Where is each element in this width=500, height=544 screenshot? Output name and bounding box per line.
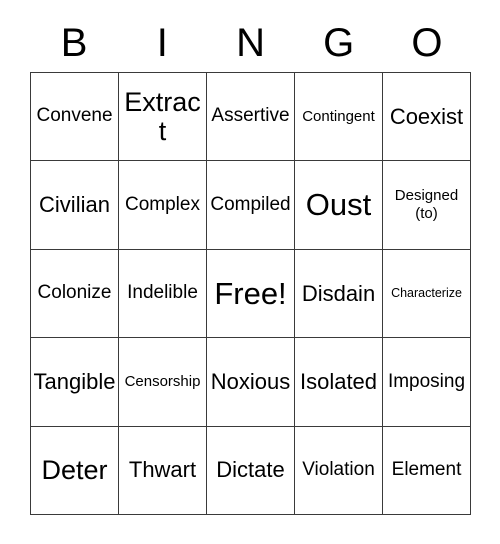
bingo-card: B I N G O Convene Extract Assertive Cont…	[0, 0, 500, 544]
bingo-cell-label: Isolated	[299, 369, 378, 395]
bingo-cell[interactable]: Dictate	[207, 426, 295, 516]
bingo-cell[interactable]: Isolated	[295, 338, 383, 427]
bingo-cell[interactable]: Contingent	[295, 73, 383, 162]
bingo-cell-label: Censorship	[124, 372, 201, 390]
bingo-cell-label: Imposing	[387, 370, 466, 392]
bingo-cell-free-space[interactable]: Free!	[207, 249, 295, 339]
bingo-cell[interactable]: Censorship	[119, 338, 207, 427]
bingo-cell[interactable]: Violation	[295, 426, 383, 516]
bingo-cell[interactable]: Compiled	[207, 161, 295, 250]
bingo-row: Civilian Complex Compiled Oust Designed …	[31, 161, 471, 250]
bingo-cell[interactable]: Imposing	[383, 338, 471, 427]
bingo-cell[interactable]: Coexist	[383, 73, 471, 162]
bingo-cell-label: Deter	[41, 454, 108, 485]
bingo-cell[interactable]: Deter	[31, 426, 119, 516]
bingo-cell[interactable]: Assertive	[207, 73, 295, 162]
bingo-cell[interactable]: Tangible	[31, 338, 119, 427]
bingo-cell-label: Compiled	[210, 193, 291, 215]
bingo-cell[interactable]: Convene	[31, 73, 119, 162]
bingo-cell-label: Oust	[305, 187, 372, 223]
bingo-cell-label: Designed (to)	[394, 187, 459, 223]
bingo-row: Colonize Indelible Free! Disdain Charact…	[31, 249, 471, 339]
bingo-cell-label: Complex	[125, 193, 200, 215]
bingo-header-letter-g: G	[323, 21, 355, 65]
bingo-cell[interactable]: Indelible	[119, 249, 207, 339]
bingo-cell-label: Free!	[214, 275, 287, 311]
bingo-cell-label: Noxious	[210, 369, 291, 395]
bingo-header-letter-b: B	[60, 21, 88, 65]
bingo-cell-label: Colonize	[37, 282, 112, 304]
bingo-header-letter-i: I	[156, 21, 168, 65]
bingo-cell-label: Contingent	[302, 107, 375, 125]
bingo-cell-label: Tangible	[33, 369, 116, 395]
bingo-row: Convene Extract Assertive Contingent Coe…	[31, 73, 471, 162]
bingo-cell[interactable]: Civilian	[31, 161, 119, 250]
bingo-row: Deter Thwart Dictate Violation Element	[31, 426, 471, 516]
bingo-cell-label: Coexist	[389, 103, 464, 129]
bingo-cell-label: Indelible	[127, 282, 198, 304]
bingo-cell-label: Convene	[36, 105, 113, 127]
bingo-cell[interactable]: Characterize	[383, 249, 471, 339]
bingo-cell[interactable]: Designed (to)	[383, 161, 471, 250]
bingo-cell-label: Violation	[302, 459, 375, 481]
bingo-cell-label: Disdain	[301, 280, 376, 306]
bingo-cell[interactable]: Disdain	[295, 249, 383, 339]
bingo-cell[interactable]: Extract	[119, 73, 207, 162]
bingo-cell[interactable]: Element	[383, 426, 471, 516]
bingo-cell-label: Characterize	[391, 285, 462, 300]
bingo-cell[interactable]: Oust	[295, 161, 383, 250]
bingo-cell-label: Assertive	[211, 105, 290, 127]
bingo-cell[interactable]: Complex	[119, 161, 207, 250]
bingo-cell-label: Extract	[124, 86, 201, 146]
bingo-cell-label: Civilian	[39, 192, 110, 218]
bingo-header-letter-n: N	[236, 21, 265, 65]
bingo-row: Tangible Censorship Noxious Isolated Imp…	[31, 338, 471, 427]
bingo-grid: Convene Extract Assertive Contingent Coe…	[30, 72, 471, 516]
bingo-cell-label: Dictate	[216, 457, 285, 483]
bingo-header-letter-o: O	[411, 21, 443, 65]
bingo-cell-label: Thwart	[128, 457, 197, 483]
bingo-cell[interactable]: Noxious	[207, 338, 295, 427]
bingo-cell-label: Element	[391, 459, 462, 481]
bingo-cell[interactable]: Thwart	[119, 426, 207, 516]
bingo-cell[interactable]: Colonize	[31, 249, 119, 339]
bingo-header-row: B I N G O	[30, 14, 471, 72]
